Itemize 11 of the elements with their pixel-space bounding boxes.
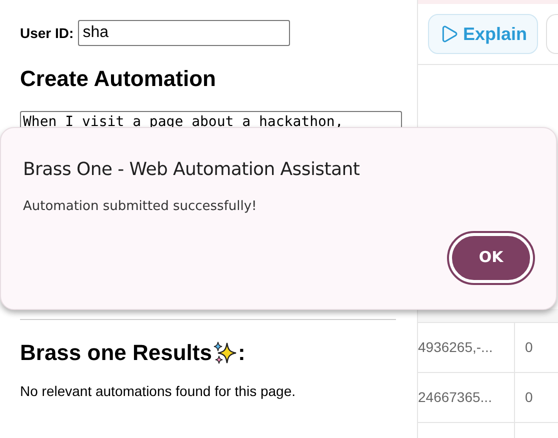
results-heading: Brass one Results bbox=[20, 339, 212, 367]
no-results-message: No relevant automations found for this page. bbox=[20, 382, 297, 401]
dialog-message: Automation submitted successfully! bbox=[23, 198, 258, 216]
table-cell: 4936265,-... bbox=[418, 323, 515, 372]
table-cell-text: 0 bbox=[524, 338, 534, 357]
results-colon: : bbox=[238, 339, 246, 367]
user-id-label: User ID: bbox=[20, 24, 74, 42]
dialog-title: Brass One - Web Automation Assistant bbox=[23, 158, 361, 182]
table-cell: 24667365... bbox=[418, 373, 515, 422]
create-automation-heading: Create Automation bbox=[20, 65, 217, 93]
table-cell-text: 0 bbox=[524, 388, 534, 407]
